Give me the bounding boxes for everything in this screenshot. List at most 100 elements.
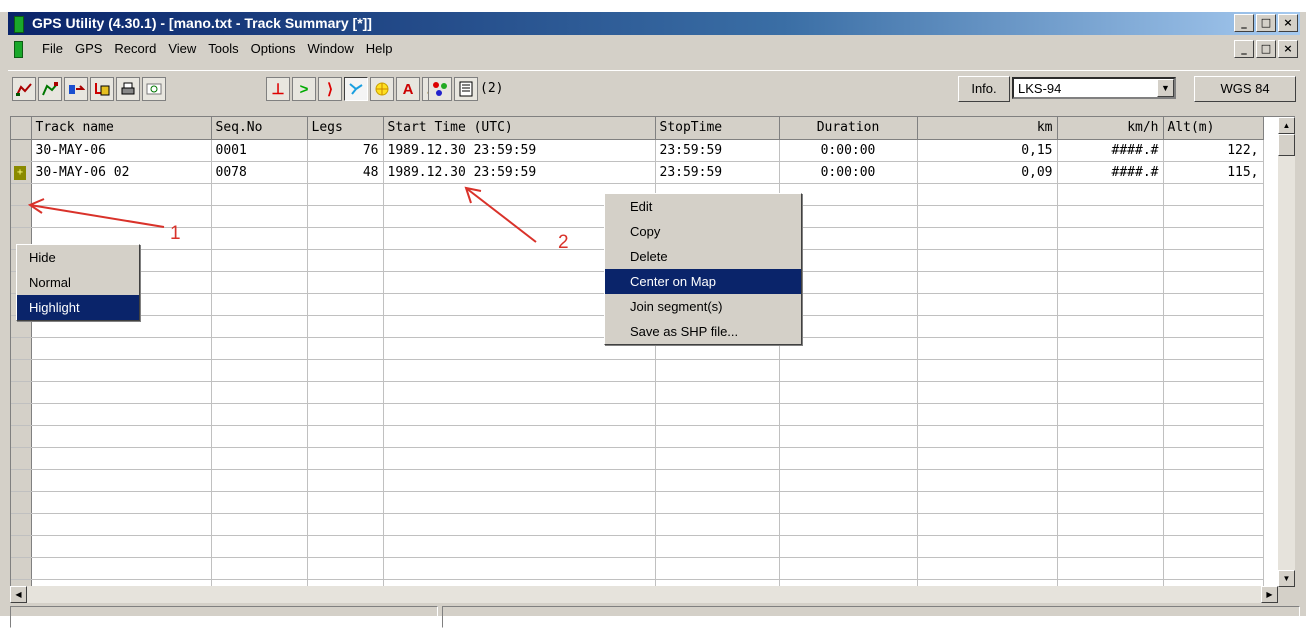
doc-minimize-button[interactable]: _ <box>1234 40 1254 58</box>
highlight-marker-icon[interactable]: + <box>14 166 26 180</box>
km-cell[interactable]: 0,15 <box>917 139 1058 162</box>
empty-row <box>11 535 1264 558</box>
close-button[interactable]: × <box>1278 14 1298 32</box>
stop-time-cell[interactable]: 23:59:59 <box>655 139 780 162</box>
menu-item-highlight[interactable]: Highlight <box>17 295 139 320</box>
horizontal-scrollbar[interactable]: ◀ ▶ <box>10 586 1278 603</box>
kmh-cell[interactable]: ####.# <box>1057 139 1164 162</box>
menu-options[interactable]: Options <box>245 41 302 56</box>
km-cell[interactable]: 0,09 <box>917 161 1058 184</box>
datum-value: LKS-94 <box>1018 81 1062 96</box>
col-alt[interactable]: Alt(m) <box>1163 117 1264 140</box>
toolbar-group-file <box>12 77 166 101</box>
stop-time-cell[interactable]: 23:59:59 <box>655 161 780 184</box>
start-time-cell[interactable]: 1989.12.30 23:59:59 <box>383 161 656 184</box>
menu-item-delete[interactable]: Delete <box>605 244 801 269</box>
col-km[interactable]: km <box>917 117 1058 140</box>
maximize-button[interactable]: □ <box>1256 14 1276 32</box>
empty-row <box>11 403 1264 426</box>
menu-window[interactable]: Window <box>301 41 359 56</box>
track-table: Track name Seq.No Legs Start Time (UTC) … <box>11 117 1264 587</box>
start-time-cell[interactable]: 1989.12.30 23:59:59 <box>383 139 656 162</box>
font-icon[interactable]: A <box>396 77 420 101</box>
route-arrow-icon[interactable]: > <box>292 77 316 101</box>
duration-cell[interactable]: 0:00:00 <box>779 139 918 162</box>
kmh-cell[interactable]: ####.# <box>1057 161 1164 184</box>
empty-row <box>11 513 1264 536</box>
table-row[interactable]: + 30-MAY-06 02 0078 48 1989.12.30 23:59:… <box>11 161 1264 184</box>
track-toggle-icon[interactable] <box>344 77 368 101</box>
datum-select[interactable]: LKS-94 ▼ <box>1012 77 1176 99</box>
document-caption-buttons: _ □ × <box>1234 40 1298 58</box>
colors-icon[interactable] <box>428 77 452 101</box>
empty-row <box>11 557 1264 580</box>
menu-view[interactable]: View <box>162 41 202 56</box>
coordinate-system-button[interactable]: WGS 84 <box>1194 76 1296 102</box>
scroll-left-icon[interactable]: ◀ <box>10 586 27 603</box>
minimize-button[interactable]: _ <box>1234 14 1254 32</box>
waypoint-icon[interactable]: ⊥ <box>266 77 290 101</box>
row-selector[interactable] <box>11 139 32 162</box>
print-icon[interactable] <box>116 77 140 101</box>
info-button[interactable]: Info. <box>958 76 1010 102</box>
row-selector[interactable]: + <box>11 161 32 184</box>
col-kmh[interactable]: km/h <box>1057 117 1164 140</box>
vertical-scrollbar[interactable]: ▲ ▼ <box>1278 116 1295 587</box>
col-legs[interactable]: Legs <box>307 117 384 140</box>
table-row[interactable]: 30-MAY-06 0001 76 1989.12.30 23:59:59 23… <box>11 139 1264 162</box>
menu-tools[interactable]: Tools <box>202 41 244 56</box>
col-track-name[interactable]: Track name <box>31 117 212 140</box>
scroll-right-icon[interactable]: ▶ <box>1261 586 1278 603</box>
menu-record[interactable]: Record <box>108 41 162 56</box>
title-bar: GPS Utility (4.30.1) - [mano.txt - Track… <box>8 12 1300 35</box>
menu-item-copy[interactable]: Copy <box>605 219 801 244</box>
alt-cell[interactable]: 115, <box>1163 161 1264 184</box>
col-seq-no[interactable]: Seq.No <box>211 117 308 140</box>
menu-item-join-segments[interactable]: Join segment(s) <box>605 294 801 319</box>
empty-row <box>11 425 1264 448</box>
menu-item-edit[interactable]: Edit <box>605 194 801 219</box>
menu-item-hide[interactable]: Hide <box>17 245 139 270</box>
track-name-cell[interactable]: 30-MAY-06 <box>31 139 212 162</box>
menu-item-normal[interactable]: Normal <box>17 270 139 295</box>
col-duration[interactable]: Duration <box>779 117 918 140</box>
document-icon[interactable] <box>14 41 23 58</box>
seq-cell[interactable]: 0001 <box>211 139 308 162</box>
menu-item-center-on-map[interactable]: Center on Map <box>605 269 801 294</box>
empty-row <box>11 381 1264 404</box>
window-title: GPS Utility (4.30.1) - [mano.txt - Track… <box>32 15 372 31</box>
col-stop-time[interactable]: StopTime <box>655 117 780 140</box>
scroll-up-icon[interactable]: ▲ <box>1278 117 1295 134</box>
col-start-time[interactable]: Start Time (UTC) <box>383 117 656 140</box>
transfer-icon[interactable] <box>64 77 88 101</box>
seq-cell[interactable]: 0078 <box>211 161 308 184</box>
legs-cell[interactable]: 48 <box>307 161 384 184</box>
menu-file[interactable]: File <box>36 41 69 56</box>
menu-help[interactable]: Help <box>360 41 399 56</box>
track-icon[interactable] <box>12 77 36 101</box>
toolbar-group-view: ⊥ > ⟩ A <box>266 77 446 101</box>
alt-cell[interactable]: 122, <box>1163 139 1264 162</box>
track-name-cell[interactable]: 30-MAY-06 02 <box>31 161 212 184</box>
doc-restore-button[interactable]: □ <box>1256 40 1276 58</box>
menu-gps[interactable]: GPS <box>69 41 108 56</box>
scroll-down-icon[interactable]: ▼ <box>1278 570 1295 587</box>
map-settings-icon[interactable] <box>142 77 166 101</box>
track-arrow-icon[interactable]: ⟩ <box>318 77 342 101</box>
duration-cell[interactable]: 0:00:00 <box>779 161 918 184</box>
scroll-thumb[interactable] <box>1278 134 1295 156</box>
display-mode-menu: Hide Normal Highlight <box>16 244 140 321</box>
route-icon[interactable] <box>38 77 62 101</box>
list-icon[interactable] <box>454 77 478 101</box>
legs-cell[interactable]: 76 <box>307 139 384 162</box>
crosshair-icon[interactable] <box>370 77 394 101</box>
row-selector-header <box>11 117 32 140</box>
doc-close-button[interactable]: × <box>1278 40 1298 58</box>
menu-item-save-shp[interactable]: Save as SHP file... <box>605 319 801 344</box>
header-row: Track name Seq.No Legs Start Time (UTC) … <box>11 117 1264 140</box>
track-summary-grid: Track name Seq.No Legs Start Time (UTC) … <box>10 116 1279 587</box>
chevron-down-icon[interactable]: ▼ <box>1157 79 1174 97</box>
export-icon[interactable] <box>90 77 114 101</box>
empty-row <box>11 359 1264 382</box>
status-panel-right <box>442 606 1300 628</box>
